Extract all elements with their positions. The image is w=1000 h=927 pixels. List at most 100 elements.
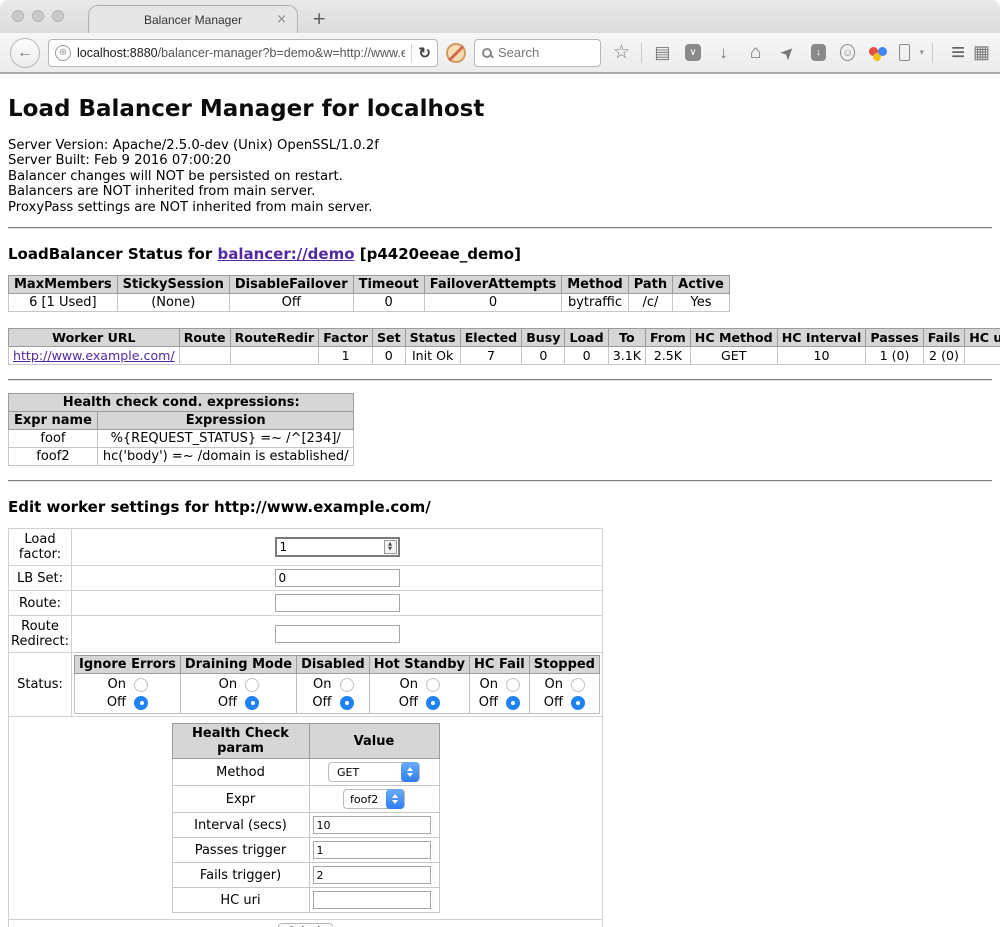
col-to: To (608, 329, 645, 347)
bookmark-star-icon[interactable]: ☆ (609, 41, 633, 64)
status-group-ignore-errors: On Off (75, 674, 181, 714)
url-path: /balancer-manager?b=demo&w=http://www.ex… (158, 46, 406, 60)
load-factor-input[interactable] (275, 537, 400, 557)
load-factor-stepper[interactable]: ▲▼ (275, 537, 400, 557)
route-redirect-input[interactable] (275, 625, 400, 643)
minimize-window-button[interactable] (32, 10, 44, 22)
back-button[interactable]: ← (10, 38, 40, 68)
method-select[interactable]: GET (328, 762, 420, 782)
route-input[interactable] (275, 594, 400, 612)
col-hc-param: Health Check param (172, 724, 309, 759)
col-status: Status (405, 329, 460, 347)
tab-balancer-manager[interactable]: Balancer Manager × (88, 5, 298, 33)
send-tab-icon[interactable]: ➤ (772, 37, 803, 68)
balancer-status-table: MaxMembers StickySession DisableFailover… (8, 275, 730, 312)
col-route: Route (179, 329, 230, 347)
col-failoverattempts: FailoverAttempts (424, 276, 562, 294)
apps-grid-icon[interactable]: ▦ (973, 42, 990, 63)
hc-expressions-table: Health check cond. expressions: Expr nam… (8, 393, 354, 466)
ignore-errors-off-radio[interactable] (134, 696, 148, 710)
tab-title: Balancer Manager (144, 13, 242, 27)
reload-icon[interactable]: ↻ (418, 44, 431, 62)
status-group-disabled: On Off (297, 674, 370, 714)
draining-mode-off-radio[interactable] (245, 696, 259, 710)
hc-uri-label: HC uri (172, 888, 309, 913)
device-sync-icon[interactable] (899, 44, 910, 61)
page-content: Load Balancer Manager for localhost Serv… (0, 96, 1000, 927)
col-timeout: Timeout (353, 276, 424, 294)
status-group-hc-fail: On Off (470, 674, 530, 714)
worker-url-link[interactable]: http://www.example.com/ (13, 348, 175, 363)
hc-fail-off-radio[interactable] (506, 696, 520, 710)
stopped-on-radio[interactable] (571, 678, 585, 692)
tab-close-icon[interactable]: × (276, 12, 287, 27)
balancer-demo-link[interactable]: balancer://demo (217, 245, 354, 263)
col-disablefailover: DisableFailover (229, 276, 353, 294)
search-bar[interactable]: Search (474, 39, 601, 67)
divider (8, 227, 992, 229)
page-title: Load Balancer Manager for localhost (8, 96, 992, 122)
col-set: Set (372, 329, 405, 347)
number-spinner-icon[interactable]: ▲▼ (384, 540, 397, 554)
toolbar-separator (932, 43, 933, 63)
pocket-icon[interactable]: ∨ (685, 44, 700, 61)
downloads-icon[interactable]: ↓ (712, 43, 736, 63)
table-row: http://www.example.com/ 1 0 Init Ok 7 0 … (9, 347, 1000, 365)
new-tab-button[interactable]: + (312, 9, 326, 29)
zoom-window-button[interactable] (52, 10, 64, 22)
lb-set-input[interactable] (275, 569, 400, 587)
edit-worker-form: Load factor: ▲▼ LB Set: Route: Route Red… (8, 528, 603, 927)
passes-input[interactable] (313, 841, 431, 859)
clipboard-icon[interactable]: ▤ (650, 43, 674, 63)
server-built-line: Server Built: Feb 9 2016 07:00:20 (8, 153, 992, 168)
home-icon[interactable]: ⌂ (744, 42, 768, 64)
color-dots-icon[interactable] (869, 44, 885, 61)
col-maxmembers: MaxMembers (9, 276, 118, 294)
hc-fail-on-radio[interactable] (506, 678, 520, 692)
server-version-line: Server Version: Apache/2.5.0-dev (Unix) … (8, 138, 992, 153)
col-method: Method (562, 276, 628, 294)
col-disabled: Disabled (297, 656, 370, 674)
edit-worker-heading: Edit worker settings for http://www.exam… (8, 498, 992, 516)
col-busy: Busy (522, 329, 565, 347)
disabled-off-radio[interactable] (340, 696, 354, 710)
menu-icon[interactable]: ≡ (951, 43, 965, 63)
proxypass-note-line: ProxyPass settings are NOT inherited fro… (8, 200, 992, 215)
route-redirect-label: Route Redirect: (9, 616, 72, 653)
feedback-smiley-icon[interactable]: ☺ (840, 44, 855, 61)
col-value: Value (309, 724, 439, 759)
browser-window: Balancer Manager × + ← ⊕ localhost:8880/… (0, 0, 1000, 927)
expr-select[interactable]: foof2 (343, 789, 405, 809)
url-text[interactable]: localhost:8880/balancer-manager?b=demo&w… (77, 46, 405, 60)
hot-standby-on-radio[interactable] (426, 678, 440, 692)
submit-button[interactable]: Submit (278, 923, 334, 927)
chevron-down-icon[interactable]: ▾ (920, 47, 925, 58)
disabled-on-radio[interactable] (340, 678, 354, 692)
ignore-errors-on-radio[interactable] (134, 678, 148, 692)
hc-uri-input[interactable] (313, 891, 431, 909)
content-blocker-disabled-icon[interactable] (446, 43, 466, 63)
select-arrows-icon (401, 762, 419, 782)
method-label: Method (172, 759, 309, 786)
save-page-icon[interactable]: ↓ (811, 44, 826, 61)
url-divider (411, 44, 412, 62)
url-bar[interactable]: ⊕ localhost:8880/balancer-manager?b=demo… (48, 39, 438, 67)
close-window-button[interactable] (12, 10, 24, 22)
col-hot-standby: Hot Standby (369, 656, 469, 674)
draining-mode-on-radio[interactable] (245, 678, 259, 692)
hot-standby-off-radio[interactable] (426, 696, 440, 710)
table-row: foof %{REQUEST_STATUS} =~ /^[234]/ (9, 430, 354, 448)
stopped-off-radio[interactable] (571, 696, 585, 710)
fails-input[interactable] (313, 866, 431, 884)
lb-status-heading: LoadBalancer Status for balancer://demo … (8, 245, 992, 263)
balancers-note-line: Balancers are NOT inherited from main se… (8, 184, 992, 199)
table-row: foof2 hc('body') =~ /domain is establish… (9, 448, 354, 466)
worker-status-table: Worker URL Route RouteRedir Factor Set S… (8, 328, 1000, 365)
col-hc-interval: HC Interval (777, 329, 866, 347)
site-globe-icon[interactable]: ⊕ (55, 45, 71, 61)
col-hc-uri: HC uri (965, 329, 1000, 347)
load-factor-label: Load factor: (9, 529, 72, 566)
col-fails: Fails (923, 329, 965, 347)
expr-label: Expr (172, 786, 309, 813)
interval-input[interactable] (313, 816, 431, 834)
